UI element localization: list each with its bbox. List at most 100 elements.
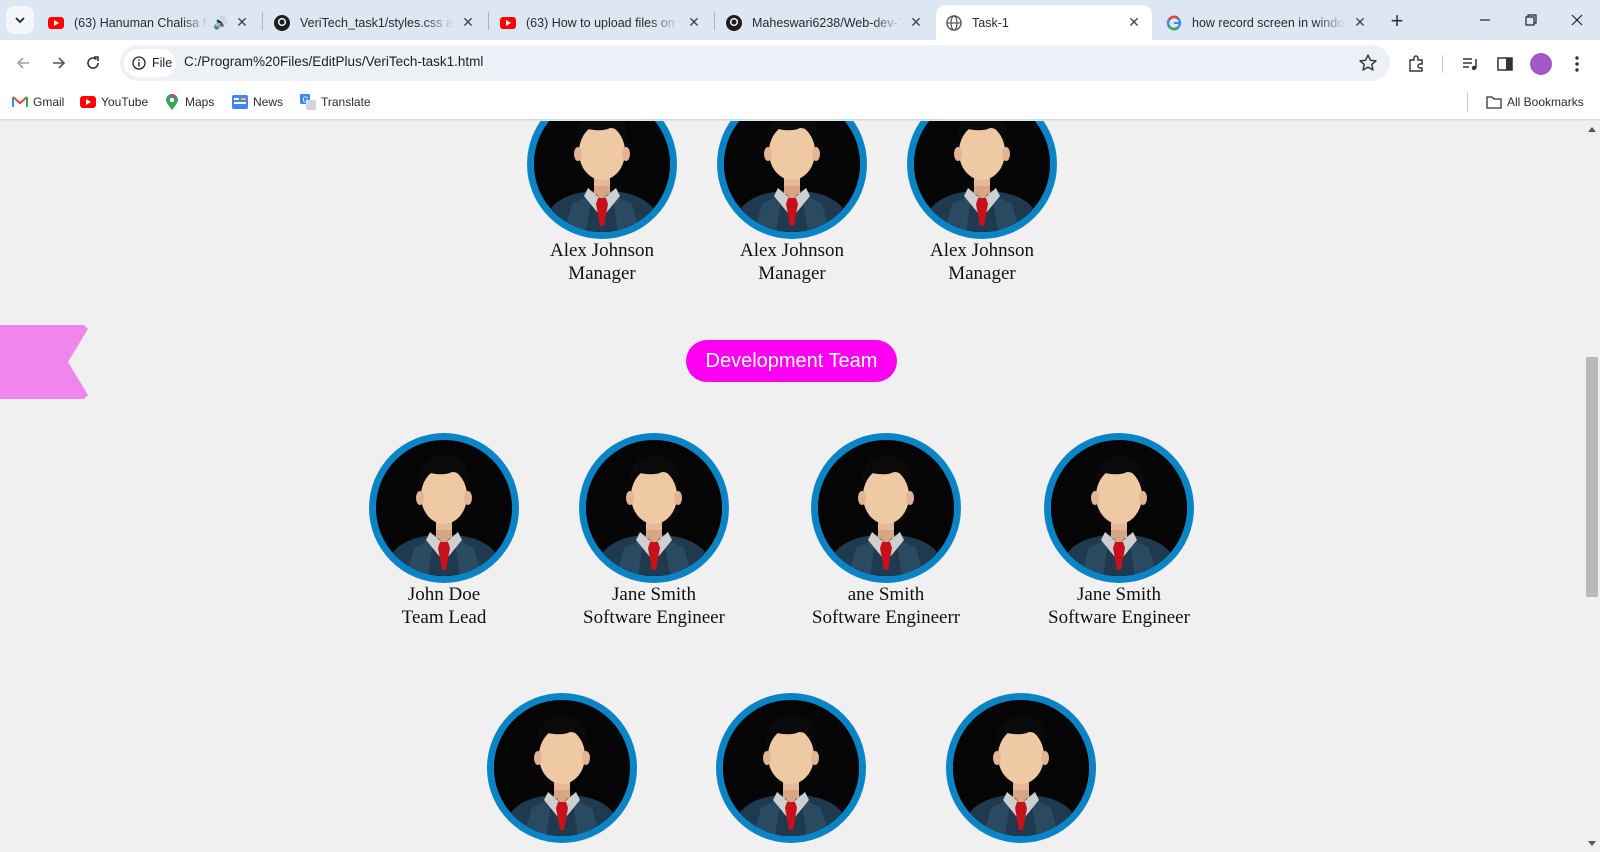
scroll-up-arrow[interactable]: [1588, 127, 1596, 132]
tab-strip: (63) Hanuman Chalisa M 🔊 ✕ VeriTech_task…: [0, 0, 1600, 40]
tab-title: VeriTech_task1/styles.css at m: [300, 15, 454, 30]
scroll-down-arrow[interactable]: [1588, 841, 1596, 846]
tab-record-screen[interactable]: how record screen in window ✕: [1156, 5, 1378, 40]
person-avatar-icon: [586, 440, 722, 576]
member-photo: [946, 693, 1096, 843]
manager-photo: [907, 121, 1057, 239]
side-ribbon: [0, 325, 88, 399]
new-tab-button[interactable]: +: [1384, 8, 1410, 34]
extensions-icon[interactable]: [1405, 53, 1427, 75]
translate-icon: G: [300, 94, 316, 110]
tab-veritech-styles[interactable]: VeriTech_task1/styles.css at m ✕: [264, 5, 486, 40]
tab-upload-files[interactable]: (63) How to upload files on G ✕: [490, 5, 712, 40]
tab-title: Maheswari6238/Web-dev-Ta: [752, 15, 902, 30]
site-info-chip[interactable]: File: [124, 49, 176, 77]
reload-icon: [87, 56, 99, 69]
toolbar: File C:/Program%20Files/EditPlus/VeriTec…: [0, 40, 1600, 86]
gmail-icon: [12, 94, 28, 110]
person-avatar-icon: [534, 121, 670, 232]
person-avatar-icon: [724, 121, 860, 232]
close-icon[interactable]: ✕: [1126, 14, 1142, 31]
bookmark-label: Maps: [185, 95, 215, 109]
close-icon: [1571, 14, 1583, 26]
github-icon: [726, 14, 742, 31]
speaker-icon[interactable]: 🔊: [213, 16, 228, 30]
back-button[interactable]: [8, 48, 38, 78]
tab-title: (63) How to upload files on G: [526, 15, 680, 30]
member-name: Jane Smith: [612, 584, 696, 605]
member-name: Alex Johnson: [930, 240, 1034, 261]
scroll-thumb[interactable]: [1586, 357, 1598, 597]
tab-title: Task-1: [972, 15, 1009, 30]
bookmark-maps[interactable]: Maps: [164, 94, 214, 110]
arrow-right-icon: [53, 57, 66, 69]
media-controls-icon[interactable]: [1459, 53, 1481, 75]
bookmark-youtube[interactable]: YouTube: [80, 94, 148, 110]
restore-button[interactable]: [1508, 6, 1554, 34]
site-info-label: File: [152, 56, 173, 70]
all-bookmarks-label: All Bookmarks: [1507, 95, 1584, 109]
member-name: ane Smith: [847, 584, 925, 605]
youtube-icon: [80, 94, 96, 110]
reload-button[interactable]: [78, 48, 108, 78]
address-bar[interactable]: File C:/Program%20Files/EditPlus/VeriTec…: [120, 45, 1390, 81]
globe-icon: [946, 14, 962, 31]
close-icon[interactable]: ✕: [460, 14, 476, 31]
news-icon: [232, 94, 248, 110]
bookmark-news[interactable]: News: [232, 94, 283, 110]
member-role: Software Engineer: [1048, 607, 1190, 628]
more-menu-icon[interactable]: [1566, 53, 1588, 75]
member-role: Software Engineerr: [811, 607, 961, 628]
bookmark-star-icon[interactable]: [1358, 53, 1378, 73]
page-scrollbar[interactable]: [1584, 121, 1600, 852]
minimize-button[interactable]: [1462, 6, 1508, 34]
person-avatar-icon: [914, 121, 1050, 232]
close-icon[interactable]: ✕: [686, 14, 702, 31]
tab-title: how record screen in window: [1192, 15, 1346, 30]
member-photo: [487, 693, 637, 843]
profile-avatar[interactable]: [1530, 53, 1552, 75]
member-photo: [369, 433, 519, 583]
member-photo: [716, 693, 866, 843]
folder-icon: [1486, 94, 1502, 110]
tab-hanuman-chalisa[interactable]: (63) Hanuman Chalisa M 🔊 ✕: [38, 5, 260, 40]
tab-task-1[interactable]: Task-1 ✕: [936, 5, 1152, 40]
maps-icon: [164, 94, 180, 110]
member-role: Manager: [948, 263, 1016, 284]
bookmark-label: Gmail: [33, 95, 65, 109]
development-team-heading: Development Team: [686, 340, 897, 382]
chevron-down-icon: [15, 17, 25, 24]
side-panel-icon[interactable]: [1494, 53, 1516, 75]
member-name: Jane Smith: [1077, 584, 1161, 605]
page-viewport: Alex Johnson Manager Alex Johnson Manage…: [0, 121, 1600, 852]
manager-photo: [527, 121, 677, 239]
team-member-card: John Doe Team Lead: [324, 583, 564, 629]
close-window-button[interactable]: [1554, 6, 1600, 34]
close-icon[interactable]: ✕: [234, 14, 250, 31]
tab-separator: [262, 12, 263, 30]
manager-card: Alex Johnson Manager: [862, 239, 1102, 285]
bookmark-label: News: [253, 95, 284, 109]
bookmarks-separator: [1467, 92, 1468, 112]
all-bookmarks-button[interactable]: All Bookmarks: [1486, 94, 1584, 110]
member-role: Team Lead: [401, 607, 487, 628]
svg-text:G: G: [303, 96, 309, 105]
arrow-left-icon: [16, 57, 29, 69]
bookmark-gmail[interactable]: Gmail: [12, 94, 64, 110]
person-avatar-icon: [723, 700, 859, 836]
youtube-icon: [500, 15, 516, 31]
youtube-icon: [48, 15, 64, 31]
member-photo: [811, 433, 961, 583]
toolbar-separator: [1442, 55, 1443, 73]
close-icon[interactable]: ✕: [908, 14, 924, 31]
tab-web-dev[interactable]: Maheswari6238/Web-dev-Ta ✕: [716, 5, 934, 40]
bookmark-translate[interactable]: G Translate: [300, 94, 371, 110]
member-role: Software Engineer: [583, 607, 725, 628]
restore-icon: [1525, 14, 1537, 26]
tab-search-button[interactable]: [6, 6, 34, 34]
forward-button[interactable]: [44, 48, 74, 78]
tab-title: (63) Hanuman Chalisa M: [74, 15, 210, 30]
close-icon[interactable]: ✕: [1352, 14, 1368, 31]
url-text[interactable]: C:/Program%20Files/EditPlus/VeriTech-tas…: [184, 54, 483, 69]
person-avatar-icon: [1051, 440, 1187, 576]
